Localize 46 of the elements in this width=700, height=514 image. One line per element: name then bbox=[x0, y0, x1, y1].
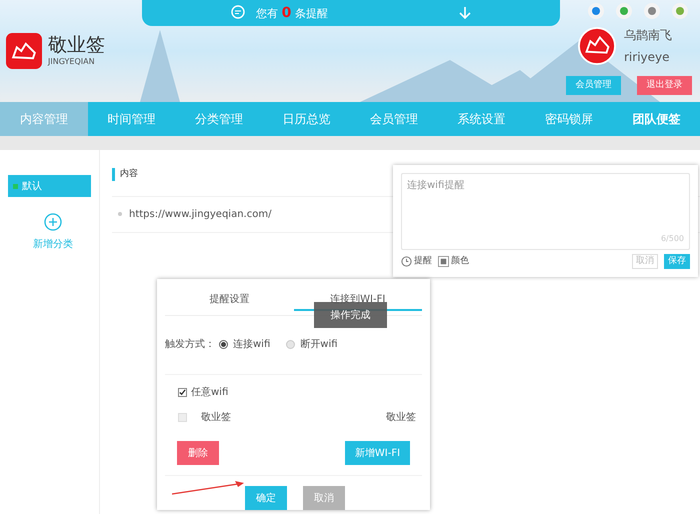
radio-label[interactable]: 连接wifi bbox=[233, 337, 270, 352]
user-name: 乌鹊南飞 bbox=[624, 27, 672, 44]
delete-button[interactable]: 删除 bbox=[177, 441, 219, 465]
nav-tab[interactable]: 会员管理 bbox=[350, 102, 438, 136]
check-icon bbox=[179, 389, 186, 396]
editor-button[interactable]: 保存 bbox=[664, 254, 690, 269]
dialog-button[interactable]: 取消 bbox=[303, 486, 345, 510]
logo-icon bbox=[6, 33, 42, 69]
add-category-link[interactable]: 新增分类 bbox=[33, 237, 73, 252]
add-icon[interactable] bbox=[44, 213, 62, 231]
user-account: ririyeye bbox=[624, 49, 671, 66]
dialog-tab[interactable]: 提醒设置 bbox=[165, 289, 294, 311]
chat-icon bbox=[230, 5, 246, 21]
radio-button[interactable] bbox=[219, 340, 228, 350]
trigger-label: 触发方式： bbox=[165, 338, 215, 352]
content-heading: 内容 bbox=[120, 168, 138, 181]
logo-subtitle: JINGYEQIAN bbox=[48, 56, 96, 68]
wifi-name: 任意wifi bbox=[191, 386, 228, 400]
logo-title: 敬业签 bbox=[48, 34, 105, 56]
color-swatch-icon bbox=[438, 256, 449, 267]
notification-text: 您有 0 条提醒 bbox=[256, 4, 328, 22]
down-arrow-icon[interactable] bbox=[458, 6, 472, 20]
nav-tab[interactable]: 密码锁屏 bbox=[525, 102, 612, 136]
header-button[interactable]: 会员管理 bbox=[566, 76, 621, 95]
add-wifi-button[interactable]: 新增WI-FI bbox=[345, 441, 410, 465]
category-item[interactable]: 默认 bbox=[8, 175, 91, 197]
nav-tab[interactable]: 分类管理 bbox=[175, 102, 262, 136]
nav-tab[interactable]: 时间管理 bbox=[88, 102, 175, 136]
editor-tool[interactable]: 提醒 bbox=[401, 254, 432, 268]
editor-tool[interactable]: 颜色 bbox=[438, 254, 469, 268]
dialog-button[interactable]: 确定 bbox=[245, 486, 287, 510]
arrow-drawing bbox=[172, 481, 244, 495]
header-button[interactable]: 退出登录 bbox=[637, 76, 692, 95]
nav-tab[interactable]: 日历总览 bbox=[262, 102, 350, 136]
editor-button[interactable]: 取消 bbox=[632, 254, 658, 269]
nav-tab[interactable]: 内容管理 bbox=[0, 102, 88, 136]
content-item[interactable]: https://www.jingyeqian.com/ bbox=[129, 206, 272, 222]
nav-tab[interactable]: 团队便签 bbox=[612, 102, 700, 136]
avatar-icon bbox=[578, 27, 616, 65]
wifi-detail: 敬业签 bbox=[386, 410, 416, 425]
radio-label[interactable]: 断开wifi bbox=[300, 337, 338, 352]
wifi-name: 敬业签 bbox=[201, 410, 231, 425]
nav-tab[interactable]: 系统设置 bbox=[438, 102, 525, 136]
status-toast: 操作完成 bbox=[314, 302, 387, 328]
checkbox[interactable] bbox=[178, 388, 187, 397]
clock-icon bbox=[401, 256, 412, 267]
